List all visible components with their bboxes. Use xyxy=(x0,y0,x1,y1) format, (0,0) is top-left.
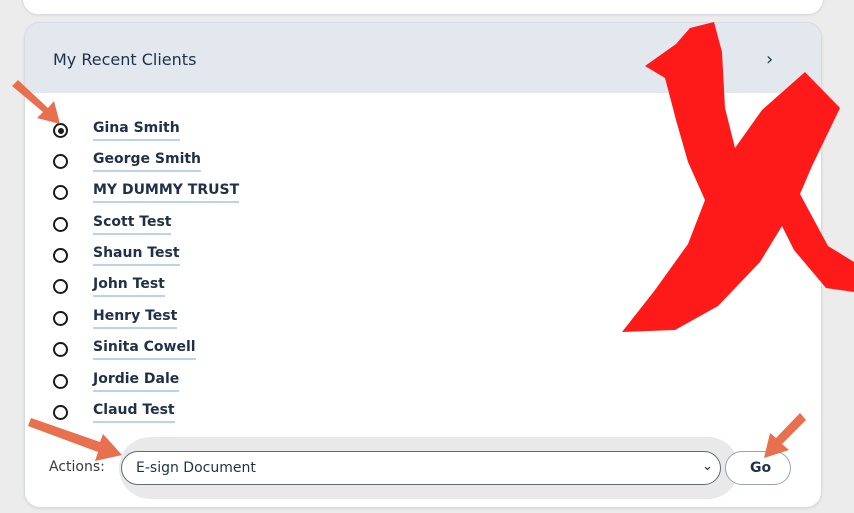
radio-button[interactable] xyxy=(53,342,68,357)
client-link[interactable]: Shaun Test xyxy=(93,245,180,266)
radio-button[interactable] xyxy=(53,123,68,138)
client-row[interactable]: Gina Smith xyxy=(25,117,325,147)
radio-button[interactable] xyxy=(53,248,68,263)
client-row[interactable]: Jordie Dale xyxy=(25,368,325,398)
client-row[interactable]: MY DUMMY TRUST xyxy=(25,179,325,209)
go-button[interactable]: Go xyxy=(725,451,791,485)
actions-label: Actions: xyxy=(49,459,105,475)
client-link[interactable]: John Test xyxy=(93,276,165,297)
client-link[interactable]: Scott Test xyxy=(93,214,172,235)
client-link[interactable]: Sinita Cowell xyxy=(93,339,196,360)
client-link[interactable]: Claud Test xyxy=(93,402,175,423)
chevron-right-icon[interactable]: › xyxy=(766,49,773,70)
go-button-label: Go xyxy=(750,460,772,476)
client-row[interactable]: Scott Test xyxy=(25,211,325,241)
radio-button[interactable] xyxy=(53,185,68,200)
client-row[interactable]: John Test xyxy=(25,273,325,303)
panel-title: My Recent Clients xyxy=(53,50,197,69)
actions-select-value: E-sign Document xyxy=(136,460,256,476)
client-row[interactable]: Shaun Test xyxy=(25,242,325,272)
chevron-down-icon[interactable]: ⌄ xyxy=(702,459,713,474)
client-link[interactable]: Jordie Dale xyxy=(93,371,180,392)
client-row[interactable]: Claud Test xyxy=(25,399,325,429)
radio-button[interactable] xyxy=(53,217,68,232)
client-link[interactable]: George Smith xyxy=(93,151,202,172)
panel-header[interactable]: My Recent Clients › xyxy=(25,23,821,93)
client-link[interactable]: Gina Smith xyxy=(93,120,180,141)
client-row[interactable]: Henry Test xyxy=(25,305,325,335)
recent-clients-panel: My Recent Clients › Gina Smith George Sm… xyxy=(24,22,822,508)
client-link[interactable]: MY DUMMY TRUST xyxy=(93,182,240,203)
client-row[interactable]: Sinita Cowell xyxy=(25,336,325,366)
radio-button[interactable] xyxy=(53,279,68,294)
radio-button[interactable] xyxy=(53,311,68,326)
radio-button[interactable] xyxy=(53,405,68,420)
radio-button[interactable] xyxy=(53,154,68,169)
radio-button[interactable] xyxy=(53,374,68,389)
previous-card xyxy=(22,0,824,15)
client-link[interactable]: Henry Test xyxy=(93,308,178,329)
client-row[interactable]: George Smith xyxy=(25,148,325,178)
actions-select[interactable]: E-sign Document ⌄ xyxy=(121,451,721,485)
